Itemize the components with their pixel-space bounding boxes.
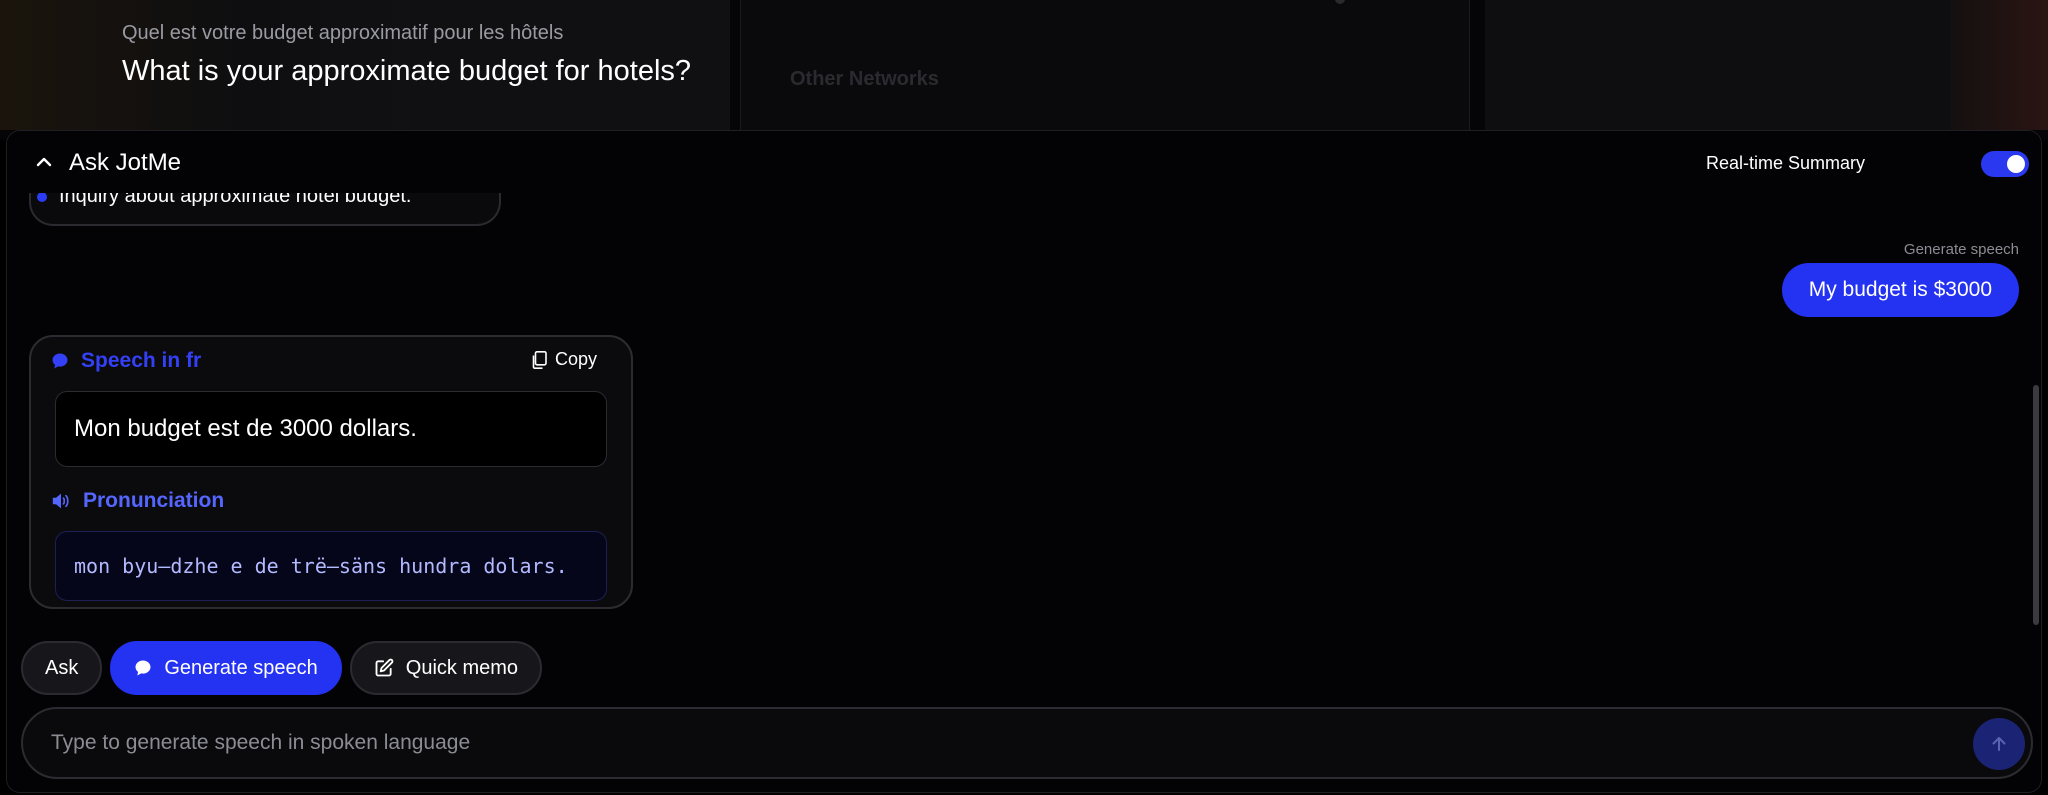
realtime-summary-toggle[interactable] (1981, 151, 2029, 177)
background-panel (1485, 0, 1950, 130)
background-panel (740, 0, 1470, 130)
copy-label: Copy (554, 349, 597, 369)
generate-speech-label: Generate speech (164, 656, 318, 679)
ask-mode-button[interactable]: Ask (21, 641, 103, 695)
copy-button[interactable]: Copy (531, 349, 597, 370)
speaker-icon (52, 493, 69, 509)
speech-text: Mon budget est de 3000 dollars. (55, 391, 607, 467)
realtime-summary-label: Real-time Summary (1705, 153, 1865, 173)
toggle-knob (2007, 155, 2025, 173)
generate-speech-button[interactable]: Generate speech (110, 641, 342, 695)
pronunciation-title: Pronunciation (83, 489, 225, 512)
chat-bubble-icon (52, 353, 68, 369)
arrow-up-icon (1992, 737, 2006, 751)
message-input[interactable] (51, 709, 1931, 777)
other-networks-label: Other Networks (790, 68, 939, 90)
message-input-box (21, 707, 2033, 779)
pronunciation-header: Pronunciation (51, 489, 224, 513)
ask-jotme-panel: Inquiry about approximate hotel budget. … (6, 130, 2042, 793)
background-panel (1950, 0, 2048, 130)
pronunciation-text: mon byu–dzhe e de trë–säns hundra dolars… (55, 531, 607, 601)
speech-header: Speech in fr (51, 349, 201, 373)
panel-header: Ask JotMe Real-time Summary (7, 131, 2041, 193)
quick-memo-label: Quick memo (405, 656, 519, 679)
panel-title: Ask JotMe (69, 149, 182, 176)
question-english: What is your approximate budget for hote… (122, 55, 692, 87)
quick-memo-button[interactable]: Quick memo (349, 641, 543, 695)
chevron-up-icon[interactable] (33, 151, 55, 173)
bullet-icon (37, 191, 47, 202)
speech-title: Speech in fr (81, 349, 202, 372)
send-button[interactable] (1973, 718, 2025, 770)
scrollbar-thumb[interactable] (2033, 385, 2039, 625)
message-mode-label: Generate speech (1903, 241, 2019, 258)
chat-bubble-icon (135, 660, 151, 676)
copy-icon (532, 350, 547, 369)
question-french: Quel est votre budget approximatif pour … (122, 22, 564, 44)
mode-buttons: Ask Generate speech Quick memo (21, 641, 543, 695)
speech-card: Speech in fr Copy Mon budget est de 3000… (29, 335, 633, 609)
edit-icon (375, 658, 394, 677)
ask-mode-label: Ask (45, 656, 79, 679)
user-message-bubble: My budget is $3000 (1781, 263, 2019, 317)
